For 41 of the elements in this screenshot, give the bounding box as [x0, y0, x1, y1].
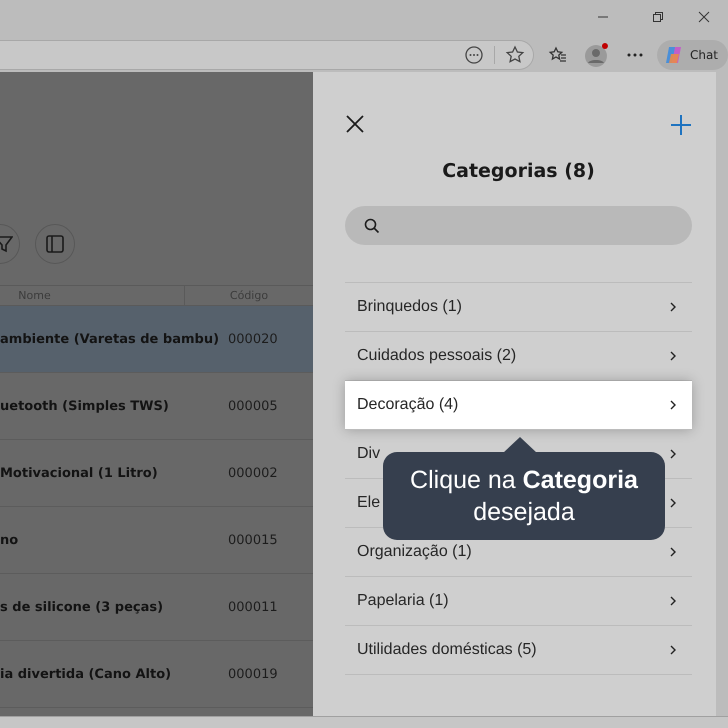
chevron-right-icon: [669, 596, 677, 606]
table-cell-text: Motivacional (1 Litro): [0, 466, 159, 480]
category-item[interactable]: Brinquedos (1): [345, 283, 692, 332]
search-field[interactable]: [345, 206, 692, 245]
plus-icon[interactable]: [670, 114, 692, 136]
table-row[interactable]: ambiente (Varetas de bambu) 000020: [0, 306, 313, 373]
chevron-right-icon: [669, 449, 677, 459]
chat-button[interactable]: Chat: [656, 40, 728, 70]
table-cell: 000019: [228, 666, 278, 682]
table-cell: 000015: [228, 532, 278, 548]
chevron-right-icon: [669, 351, 677, 361]
table-cell: 000002: [228, 466, 278, 480]
category-item[interactable]: Decoração (4): [345, 381, 692, 430]
table-cell: 000011: [228, 600, 278, 614]
table-cell-text: ambiente (Varetas de bambu): [0, 332, 220, 346]
chevron-right-icon: [669, 302, 677, 312]
restore-icon[interactable]: [651, 10, 665, 24]
star-icon[interactable]: [505, 45, 526, 65]
table-cell-text: uetooth (Simples TWS): [0, 398, 170, 414]
table-cell-text: ia divertida (Cano Alto): [0, 666, 172, 682]
chevron-right-icon: [669, 547, 677, 557]
more-options-icon[interactable]: [464, 45, 484, 65]
chevron-right-icon: [669, 400, 677, 410]
chevron-right-icon: [669, 498, 677, 508]
table-cell: 000020: [228, 332, 278, 346]
close-window-icon[interactable]: [697, 10, 711, 24]
chevron-right-icon: [669, 645, 677, 655]
menu-dots-icon[interactable]: [626, 52, 644, 58]
panel-title: Categorias (8): [441, 160, 596, 182]
profile-avatar-icon[interactable]: [584, 42, 610, 68]
table-cell-text: s de silicone (3 peças): [0, 600, 164, 614]
close-icon[interactable]: [345, 114, 365, 134]
sidebar-toggle-button[interactable]: [35, 224, 75, 264]
category-item[interactable]: Utilidades domésticas (5): [345, 626, 692, 675]
category-item[interactable]: Papelaria (1): [345, 577, 692, 626]
filter-icon: [0, 234, 13, 254]
table-cell: 000005: [228, 398, 278, 414]
search-icon: [364, 218, 380, 234]
tooltip-text: Clique na Categoria desejada: [409, 465, 639, 528]
table-cell-text: no: [0, 532, 20, 548]
sidebar-icon: [45, 234, 65, 254]
